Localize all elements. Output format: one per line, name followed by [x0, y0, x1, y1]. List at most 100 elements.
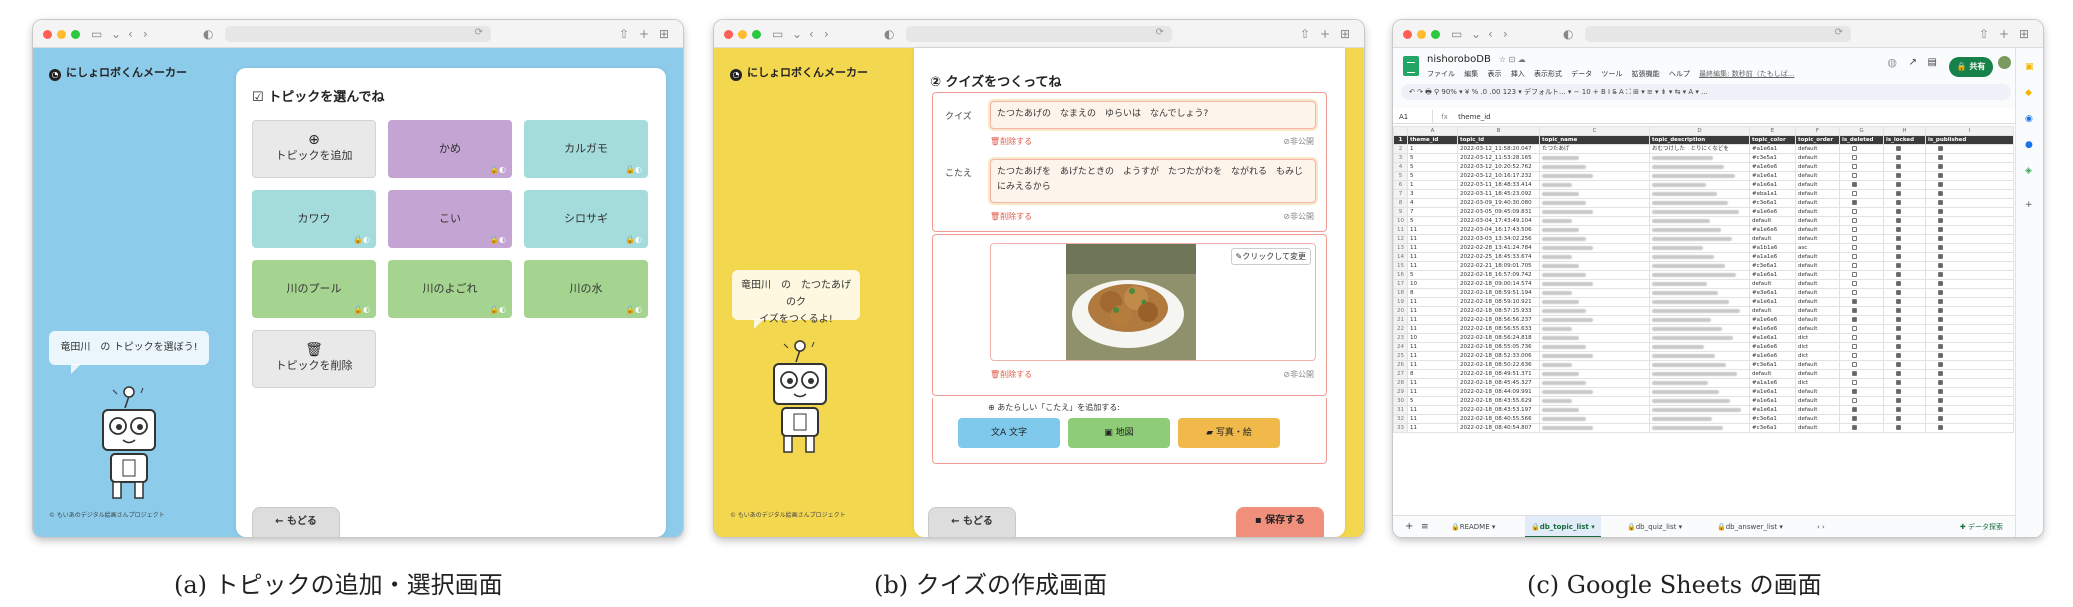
checkbox[interactable] — [1938, 164, 1943, 169]
file-name[interactable]: nishoroboDB ☆ ⊡ ☁ — [1427, 54, 1526, 65]
cell[interactable]: #c3e6a1 — [1749, 198, 1796, 208]
checkbox-cell[interactable] — [1883, 171, 1926, 181]
checkbox[interactable] — [1896, 209, 1901, 214]
redacted-cell[interactable] — [1649, 225, 1750, 235]
row-number[interactable]: 19 — [1393, 297, 1408, 307]
checkbox[interactable] — [1896, 416, 1901, 421]
cell[interactable]: 8 — [1407, 369, 1458, 379]
cell[interactable]: #a1e6a1 — [1749, 180, 1796, 190]
cell[interactable]: #a1a1e6 — [1749, 378, 1796, 388]
trend-icon[interactable]: ↗ — [1909, 57, 1917, 68]
cell[interactable]: 2022-02-18_08:50:22.636 — [1457, 360, 1540, 370]
table-row[interactable]: 18 8 2022-02-18_08:59:51.194 #e3e6a1 default — [1393, 288, 2014, 298]
checkbox-cell[interactable] — [1883, 378, 1926, 388]
cell[interactable]: default — [1795, 153, 1840, 163]
checkbox-cell[interactable] — [1883, 297, 1926, 307]
checkbox-cell[interactable] — [1925, 405, 2014, 415]
redacted-cell[interactable] — [1539, 405, 1650, 415]
cell[interactable]: 2022-03-12_11:58:20.047 — [1457, 144, 1540, 154]
checkbox[interactable] — [1896, 308, 1901, 313]
menu-item[interactable]: 表示 — [1487, 70, 1501, 78]
select-all-corner[interactable] — [1393, 126, 1408, 136]
row-number[interactable]: 23 — [1393, 333, 1408, 343]
row-number[interactable]: 5 — [1393, 171, 1408, 181]
cell[interactable]: #a1e6a1 — [1749, 333, 1796, 343]
checkbox-cell[interactable] — [1925, 369, 2014, 379]
checkbox-cell[interactable] — [1839, 405, 1884, 415]
cell[interactable]: 10 — [1407, 333, 1458, 343]
cell[interactable]: 5 — [1407, 396, 1458, 406]
cell[interactable]: #a1e6a1 — [1749, 405, 1796, 415]
sidebar-icon[interactable]: ▭ — [1451, 26, 1462, 42]
checkbox[interactable] — [1852, 182, 1857, 187]
column-header[interactable]: F — [1795, 126, 1840, 136]
checkbox[interactable] — [1938, 326, 1943, 331]
checkbox[interactable] — [1938, 362, 1943, 367]
checkbox[interactable] — [1896, 254, 1901, 259]
checkbox[interactable] — [1852, 146, 1857, 151]
cell[interactable]: 2022-02-18_08:40:54.807 — [1457, 423, 1540, 433]
checkbox-cell[interactable] — [1925, 234, 2014, 244]
topic-tile[interactable]: かめ 🔒◐ — [388, 120, 512, 178]
cell[interactable]: default — [1795, 414, 1840, 424]
row-number[interactable]: 12 — [1393, 234, 1408, 244]
checkbox-cell[interactable] — [1839, 333, 1884, 343]
checkbox-cell[interactable] — [1839, 189, 1884, 199]
checkbox[interactable] — [1938, 371, 1943, 376]
checkbox[interactable] — [1938, 236, 1943, 241]
table-row[interactable]: 23 10 2022-02-18_08:56:24.818 #a1e6a1 dict — [1393, 333, 2014, 343]
forward-icon[interactable]: › — [824, 26, 829, 42]
cell[interactable]: default — [1749, 279, 1796, 289]
checkbox-cell[interactable] — [1883, 270, 1926, 280]
checkbox[interactable] — [1896, 200, 1901, 205]
table-row[interactable]: 15 11 2022-02-21_18:09:01.705 #c3e6a1 defaul… — [1393, 261, 2014, 271]
cell[interactable]: #a1e6e6 — [1749, 324, 1796, 334]
back-icon[interactable]: ‹ — [809, 26, 814, 42]
cell[interactable]: 2022-03-04_16:17:43.506 — [1457, 225, 1540, 235]
checkbox[interactable] — [1852, 398, 1857, 403]
checkbox[interactable] — [1852, 209, 1857, 214]
checkbox-cell[interactable] — [1925, 252, 2014, 262]
cell[interactable]: 11 — [1407, 342, 1458, 352]
private-toggle[interactable]: ⊘非公開 — [1283, 369, 1314, 380]
checkbox[interactable] — [1938, 344, 1943, 349]
checkbox[interactable] — [1852, 164, 1857, 169]
cell[interactable]: 11 — [1407, 315, 1458, 325]
reload-icon[interactable]: ⟳ — [475, 27, 483, 38]
table-row[interactable]: 33 11 2022-02-18_08:40:54.807 #c3e6a1 defaul… — [1393, 423, 2014, 433]
checkbox[interactable] — [1852, 335, 1857, 340]
cell[interactable]: たつたあげ — [1539, 144, 1650, 154]
checkbox-cell[interactable] — [1925, 198, 2014, 208]
cell[interactable]: #a1e6a1 — [1749, 144, 1796, 154]
checkbox-cell[interactable] — [1925, 225, 2014, 235]
checkbox-cell[interactable] — [1883, 144, 1926, 154]
checkbox-cell[interactable] — [1925, 342, 2014, 352]
checkbox[interactable] — [1938, 191, 1943, 196]
checkbox[interactable] — [1896, 164, 1901, 169]
redacted-cell[interactable] — [1539, 387, 1650, 397]
tab-scroll-arrows[interactable]: ‹ › — [1811, 516, 1831, 537]
checkbox-cell[interactable] — [1883, 360, 1926, 370]
redacted-cell[interactable] — [1539, 378, 1650, 388]
redacted-cell[interactable] — [1539, 333, 1650, 343]
all-sheets-icon[interactable]: ≡ — [1415, 516, 1435, 537]
row-number[interactable]: 8 — [1393, 198, 1408, 208]
add-text-answer-button[interactable]: 文A 文字 — [958, 418, 1060, 448]
cell[interactable]: 2022-03-11_18:45:23.092 — [1457, 189, 1540, 199]
redacted-cell[interactable] — [1539, 369, 1650, 379]
checkbox[interactable] — [1852, 263, 1857, 268]
back-button[interactable]: ← もどる — [928, 507, 1016, 537]
cell[interactable]: default — [1795, 252, 1840, 262]
checkbox[interactable] — [1938, 308, 1943, 313]
share-button[interactable]: 🔒 共有 — [1949, 57, 1993, 77]
checkbox-cell[interactable] — [1925, 270, 2014, 280]
cell[interactable]: #c3e6a1 — [1749, 423, 1796, 433]
quiz-input[interactable]: たつたあげの なまえの ゆらいは なんでしょう? — [990, 101, 1316, 129]
checkbox-cell[interactable] — [1839, 144, 1884, 154]
checkbox-cell[interactable] — [1839, 423, 1884, 433]
table-row[interactable]: 31 11 2022-02-18_08:43:53.197 #a1e6a1 defaul… — [1393, 405, 2014, 415]
new-tab-icon[interactable]: + — [1320, 26, 1330, 42]
table-row[interactable]: 4 5 2022-03-12_10:20:52.762 #a1e6e6 default — [1393, 162, 2014, 172]
column-header[interactable]: G — [1839, 126, 1884, 136]
checkbox-cell[interactable] — [1839, 315, 1884, 325]
